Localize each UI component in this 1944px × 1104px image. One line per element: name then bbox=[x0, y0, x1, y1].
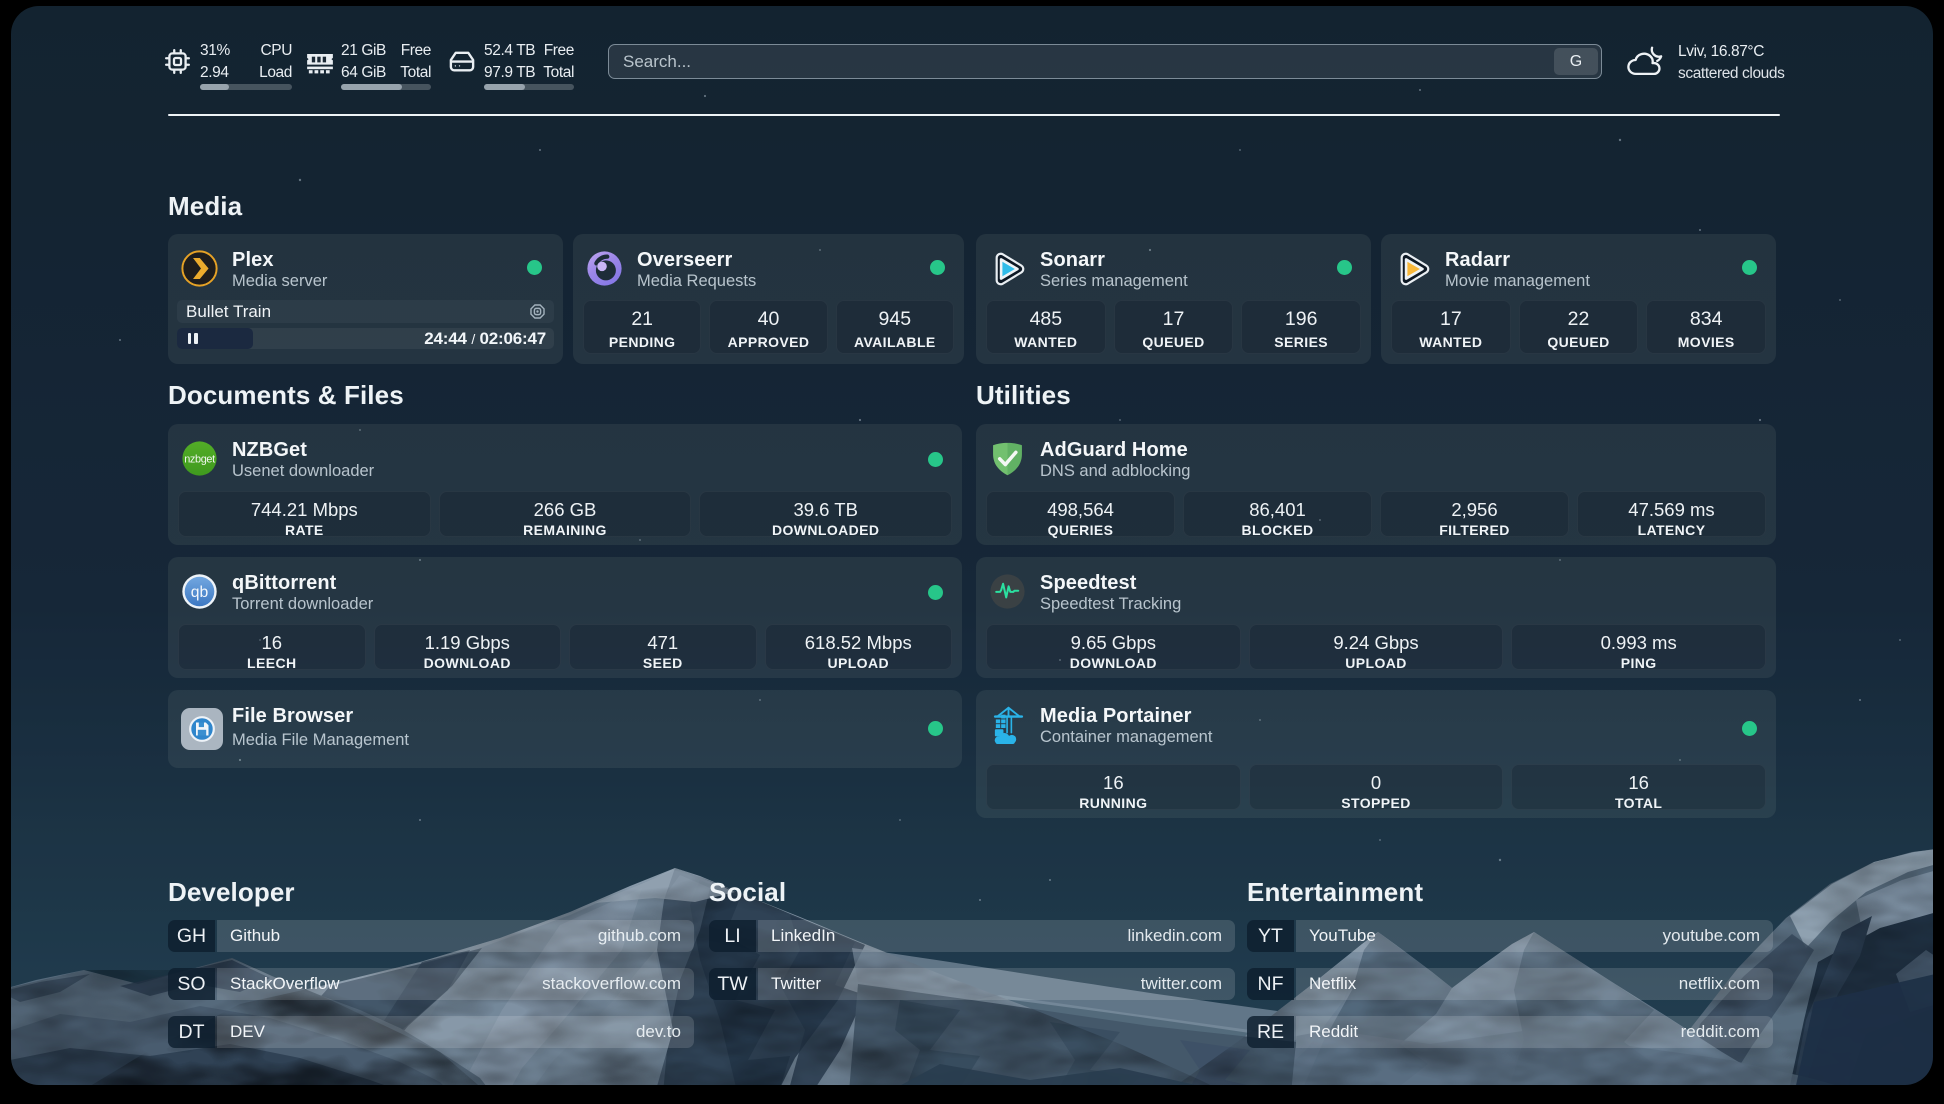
svg-text:qb: qb bbox=[191, 584, 209, 601]
svg-text:nzbget: nzbget bbox=[184, 453, 215, 465]
